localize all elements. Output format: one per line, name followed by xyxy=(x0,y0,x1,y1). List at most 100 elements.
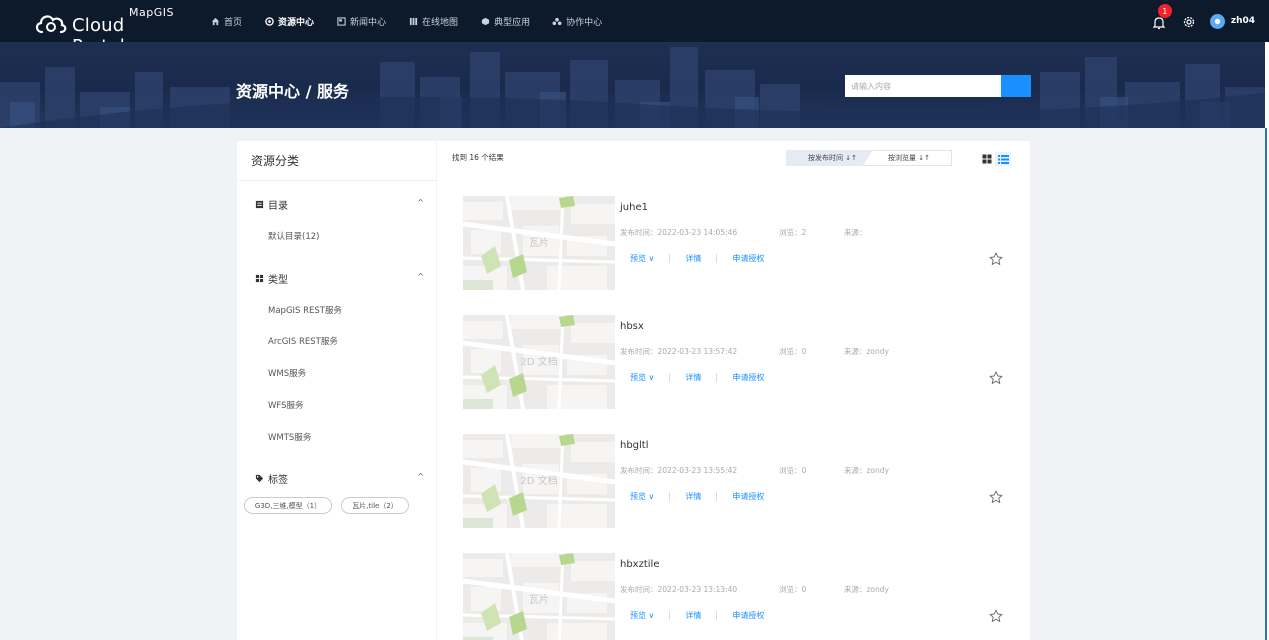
sort-controls: 按浏览量 ↓↑ 按发布时间 ↓↑ xyxy=(786,150,952,166)
avatar[interactable] xyxy=(1209,13,1225,29)
settings-button[interactable] xyxy=(1182,14,1196,28)
result-actions: 预览 ∨ 详情 申请授权 xyxy=(630,491,764,502)
source: 来源：zondy xyxy=(844,347,889,356)
result-thumbnail[interactable]: 2D 文档 xyxy=(463,434,615,528)
publish-time: 发布时间：2022-03-23 13:55:42 xyxy=(620,466,738,475)
nav-item-apps[interactable]: 典型应用 xyxy=(480,15,530,28)
divider xyxy=(716,611,718,620)
view-count: 浏览：0 xyxy=(779,466,807,475)
result-thumbnail[interactable]: 2D 文档 xyxy=(463,315,615,409)
thumbnail-label: 2D 文档 xyxy=(520,476,558,487)
list-view-button[interactable] xyxy=(995,152,1011,166)
sidebar-item-mapgis-rest[interactable]: MapGIS REST服务 xyxy=(268,304,342,316)
result-thumbnail[interactable]: 瓦片 xyxy=(463,553,615,640)
result-actions: 预览 ∨ 详情 申请授权 xyxy=(630,610,764,621)
detail-button[interactable]: 详情 xyxy=(685,372,701,383)
home-icon xyxy=(210,16,220,26)
result-title[interactable]: juhe1 xyxy=(620,202,648,213)
sort-by-publish-button[interactable]: 按发布时间 ↓↑ xyxy=(786,150,873,166)
publish-time: 发布时间：2022-03-23 13:57:42 xyxy=(620,347,738,356)
top-navbar: MapGIS Cloud Portal 首页 资源中心 新闻中心 在线地图 xyxy=(0,0,1269,57)
favorite-button[interactable] xyxy=(989,370,1003,384)
list-view-icon xyxy=(997,155,1009,164)
preview-button[interactable]: 预览 ∨ xyxy=(630,253,654,264)
nav-item-resource[interactable]: 资源中心 xyxy=(264,15,314,28)
favorite-button[interactable] xyxy=(989,608,1003,622)
catalog-header[interactable]: 目录 ^ xyxy=(237,194,436,214)
sort-views-label: 按浏览量 ↓↑ xyxy=(888,154,930,162)
tag-label: 标签 xyxy=(268,474,288,486)
tag-header[interactable]: 标签 ^ xyxy=(237,468,436,488)
sidebar-item-wfs[interactable]: WFS服务 xyxy=(268,399,304,411)
apply-auth-button[interactable]: 申请授权 xyxy=(732,253,764,264)
type-header[interactable]: 类型 ^ xyxy=(237,268,436,288)
sidebar-title: 资源分类 xyxy=(237,141,436,181)
sidebar-item-wms[interactable]: WMS服务 xyxy=(268,367,306,379)
search-input[interactable] xyxy=(845,75,1001,97)
banner: 资源中心 / 服务 xyxy=(0,42,1269,128)
nav-item-team[interactable]: 协作中心 xyxy=(552,15,602,28)
tag-section: 标签 ^ xyxy=(237,468,436,488)
sort-publish-label: 按发布时间 ↓↑ xyxy=(808,154,857,162)
result-card: 2D 文档 hbsx 发布时间：2022-03-23 13:57:42 浏览：0… xyxy=(463,315,1008,409)
preview-button[interactable]: 预览 ∨ xyxy=(630,491,654,502)
source: 来源：zondy xyxy=(844,466,889,475)
publish-time: 发布时间：2022-03-23 13:13:40 xyxy=(620,585,738,594)
detail-button[interactable]: 详情 xyxy=(685,610,701,621)
divider xyxy=(716,254,718,263)
preview-button[interactable]: 预览 ∨ xyxy=(630,610,654,621)
tag-tile[interactable]: 瓦片,tile（2） xyxy=(341,497,409,514)
nav-item-map[interactable]: 在线地图 xyxy=(408,15,458,28)
tag-icon xyxy=(255,474,264,482)
divider xyxy=(669,373,671,382)
city-skyline-image xyxy=(0,47,1269,128)
type-section: 类型 ^ xyxy=(237,268,436,288)
sidebar-item-default-catalog[interactable]: 默认目录(12) xyxy=(268,230,319,242)
favorite-button[interactable] xyxy=(989,489,1003,503)
favorite-button[interactable] xyxy=(989,251,1003,265)
result-title[interactable]: hbxztile xyxy=(620,559,659,570)
nav-item-news[interactable]: 新闻中心 xyxy=(336,15,386,28)
grid-view-button[interactable] xyxy=(979,152,995,166)
preview-button[interactable]: 预览 ∨ xyxy=(630,372,654,383)
search-button[interactable] xyxy=(845,75,1031,97)
tag-g3d[interactable]: G3D,三维,模型（1） xyxy=(244,497,332,514)
catalog-label: 目录 xyxy=(268,200,288,212)
divider xyxy=(716,373,718,382)
detail-button[interactable]: 详情 xyxy=(685,253,701,264)
chevron-up-icon: ^ xyxy=(417,198,424,207)
result-card: 瓦片 hbxztile 发布时间：2022-03-23 13:13:40 浏览：… xyxy=(463,553,1008,640)
source: 来源：zondy xyxy=(844,585,889,594)
result-title[interactable]: hbsx xyxy=(620,321,644,332)
chevron-up-icon: ^ xyxy=(417,272,424,281)
nav-label-map: 在线地图 xyxy=(422,17,459,28)
result-thumbnail[interactable]: 瓦片 xyxy=(463,196,615,290)
nav-item-home[interactable]: 首页 xyxy=(210,15,242,28)
news-icon xyxy=(336,16,346,26)
main-menu: 首页 资源中心 新闻中心 在线地图 典型应用 协作中心 xyxy=(210,0,624,42)
nav-label-team: 协作中心 xyxy=(566,17,603,28)
thumbnail-label: 瓦片 xyxy=(529,238,549,249)
sidebar-item-wmts[interactable]: WMTS服务 xyxy=(268,431,311,443)
sidebar-item-arcgis-rest[interactable]: ArcGIS REST服务 xyxy=(268,335,338,347)
category-sidebar: 资源分类 目录 ^ 默认目录(12) 类型 ^ MapGIS REST服务 Ar… xyxy=(237,141,436,640)
scrollbar-thumb[interactable] xyxy=(1265,128,1267,640)
page-title: 资源中心 / 服务 xyxy=(236,82,349,101)
result-title[interactable]: hbgltl xyxy=(620,440,649,451)
search-icon xyxy=(845,75,856,86)
star-icon xyxy=(989,490,1003,503)
sort-by-views-button[interactable]: 按浏览量 ↓↑ xyxy=(863,150,952,166)
detail-button[interactable]: 详情 xyxy=(685,491,701,502)
username[interactable]: zh04 xyxy=(1231,16,1255,26)
result-card: 瓦片 juhe1 发布时间：2022-03-23 14:05:46 浏览：2 来… xyxy=(463,196,1008,290)
logo[interactable]: MapGIS Cloud Portal xyxy=(34,6,179,57)
apply-auth-button[interactable]: 申请授权 xyxy=(732,491,764,502)
user-avatar-icon xyxy=(1214,18,1221,24)
divider xyxy=(669,611,671,620)
result-card: 2D 文档 hbgltl 发布时间：2022-03-23 13:55:42 浏览… xyxy=(463,434,1008,528)
apply-auth-button[interactable]: 申请授权 xyxy=(732,372,764,383)
grid-icon xyxy=(255,274,264,282)
apply-auth-button[interactable]: 申请授权 xyxy=(732,610,764,621)
results-panel: 找到 16 个结果 按浏览量 ↓↑ 按发布时间 ↓↑ 瓦片 juhe1 发布时间… xyxy=(437,141,1030,640)
notification-button[interactable]: 1 xyxy=(1152,4,1172,30)
